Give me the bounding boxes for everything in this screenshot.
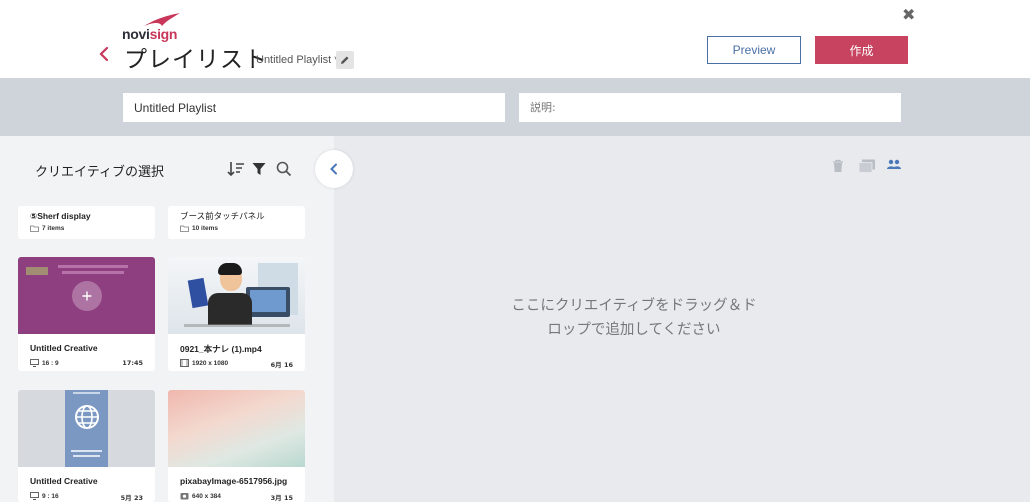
description-input[interactable] (519, 93, 901, 122)
users-icon[interactable] (887, 159, 901, 171)
creative-date: 17:45 (122, 359, 143, 367)
drop-instruction: ここにクリエイティブをドラッグ＆ド ロップで追加してください (498, 294, 770, 342)
folder-count-text: 7 items (42, 225, 65, 232)
creative-name: 0921_本ナレ (1).mp4 (180, 344, 262, 354)
playlist-drop-zone[interactable]: ここにクリエイティブをドラッグ＆ド ロップで追加してください (334, 136, 1030, 502)
add-plus-icon (72, 281, 102, 311)
monitor-icon (30, 492, 39, 500)
creative-date: 6月 16 (270, 361, 293, 369)
creative-name: Untitled Creative (30, 343, 98, 353)
creative-thumbnail (18, 257, 155, 334)
gallery-icon[interactable] (858, 159, 876, 173)
novisign-logo[interactable]: novisign (122, 12, 192, 42)
folder-count-text: 10 items (192, 225, 219, 232)
playlist-name-input[interactable] (123, 93, 505, 122)
playlist-details-bar (0, 78, 1030, 136)
creative-card[interactable]: Untitled Creative 9 : 16 5月 23 (18, 390, 155, 502)
filter-icon[interactable] (250, 160, 268, 178)
globe-icon (75, 405, 99, 429)
preview-button[interactable]: Preview (707, 36, 801, 64)
monitor-icon (30, 359, 39, 367)
creative-card[interactable]: 0921_本ナレ (1).mp4 1920 x 1080 6月 16 (168, 257, 305, 371)
folder-name: ブース前タッチパネル (180, 212, 265, 222)
pencil-icon (341, 56, 349, 64)
creative-card[interactable]: Untitled Creative 16 : 9 17:45 (18, 257, 155, 371)
image-icon (180, 493, 189, 500)
sort-icon[interactable] (227, 160, 245, 178)
creative-meta: 9 : 16 (30, 492, 59, 500)
folder-count: 7 items (30, 225, 64, 232)
creative-meta: 16 : 9 (30, 359, 59, 367)
back-chevron-icon[interactable] (98, 44, 114, 66)
creative-ratio: 9 : 16 (42, 492, 59, 500)
video-icon (180, 359, 189, 367)
creative-name: pixabayImage-6517956.jpg (180, 476, 288, 486)
creative-meta: 1920 x 1080 (180, 359, 228, 367)
creative-card[interactable]: pixabayImage-6517956.jpg 640 x 384 3月 15 (168, 390, 305, 502)
folder-count: 10 items (180, 225, 218, 232)
panel-title: クリエイティブの選択 (35, 165, 164, 180)
folder-card[interactable]: ブース前タッチパネル 10 items (168, 206, 305, 239)
create-button[interactable]: 作成 (815, 36, 908, 64)
drop-instruction-line1: ここにクリエイティブをドラッグ＆ド (511, 298, 757, 314)
creative-thumbnail (18, 390, 155, 467)
creative-selection-panel: クリエイティブの選択 ⑤Sherf display 7 items ブース前タッ… (0, 136, 334, 502)
trash-icon[interactable] (832, 159, 844, 173)
creative-resolution: 640 x 384 (192, 492, 221, 500)
creative-resolution: 1920 x 1080 (192, 359, 229, 367)
creative-ratio: 16 : 9 (42, 359, 59, 367)
creative-thumbnail (168, 257, 305, 334)
folder-icon (180, 225, 189, 232)
close-icon[interactable]: ✖ (902, 8, 916, 24)
drop-instruction-line2: ロップで追加してください (547, 322, 721, 338)
page-title: プレイリスト (124, 46, 268, 72)
folder-card[interactable]: ⑤Sherf display 7 items (18, 206, 155, 239)
collapse-panel-button[interactable] (315, 150, 353, 188)
creative-meta: 640 x 384 (180, 492, 221, 500)
folder-name: ⑤Sherf display (30, 211, 91, 221)
folder-icon (30, 225, 39, 232)
creative-date: 5月 23 (120, 494, 143, 502)
chevron-left-icon (330, 163, 337, 175)
search-icon[interactable] (275, 160, 293, 178)
playlist-name-label: Untitled Playlist * (256, 54, 339, 66)
creative-name: Untitled Creative (30, 476, 98, 486)
header: novisign プレイリスト Untitled Playlist * ✖ Pr… (0, 0, 1030, 78)
creative-date: 3月 15 (270, 494, 293, 502)
edit-name-button[interactable] (336, 51, 354, 69)
creative-thumbnail (168, 390, 305, 467)
